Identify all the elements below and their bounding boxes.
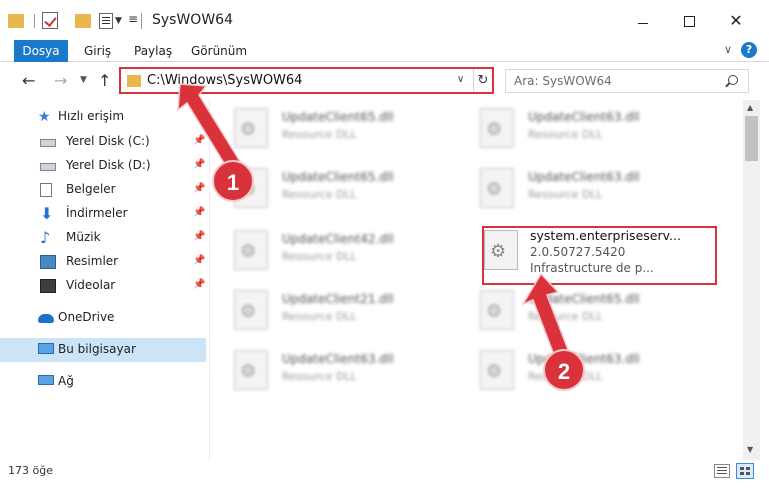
- step-badge-2: 2: [543, 349, 585, 391]
- arrow-2: [521, 272, 571, 361]
- annotation-arrows: [177, 83, 571, 361]
- step-badge-1: 1: [212, 160, 254, 202]
